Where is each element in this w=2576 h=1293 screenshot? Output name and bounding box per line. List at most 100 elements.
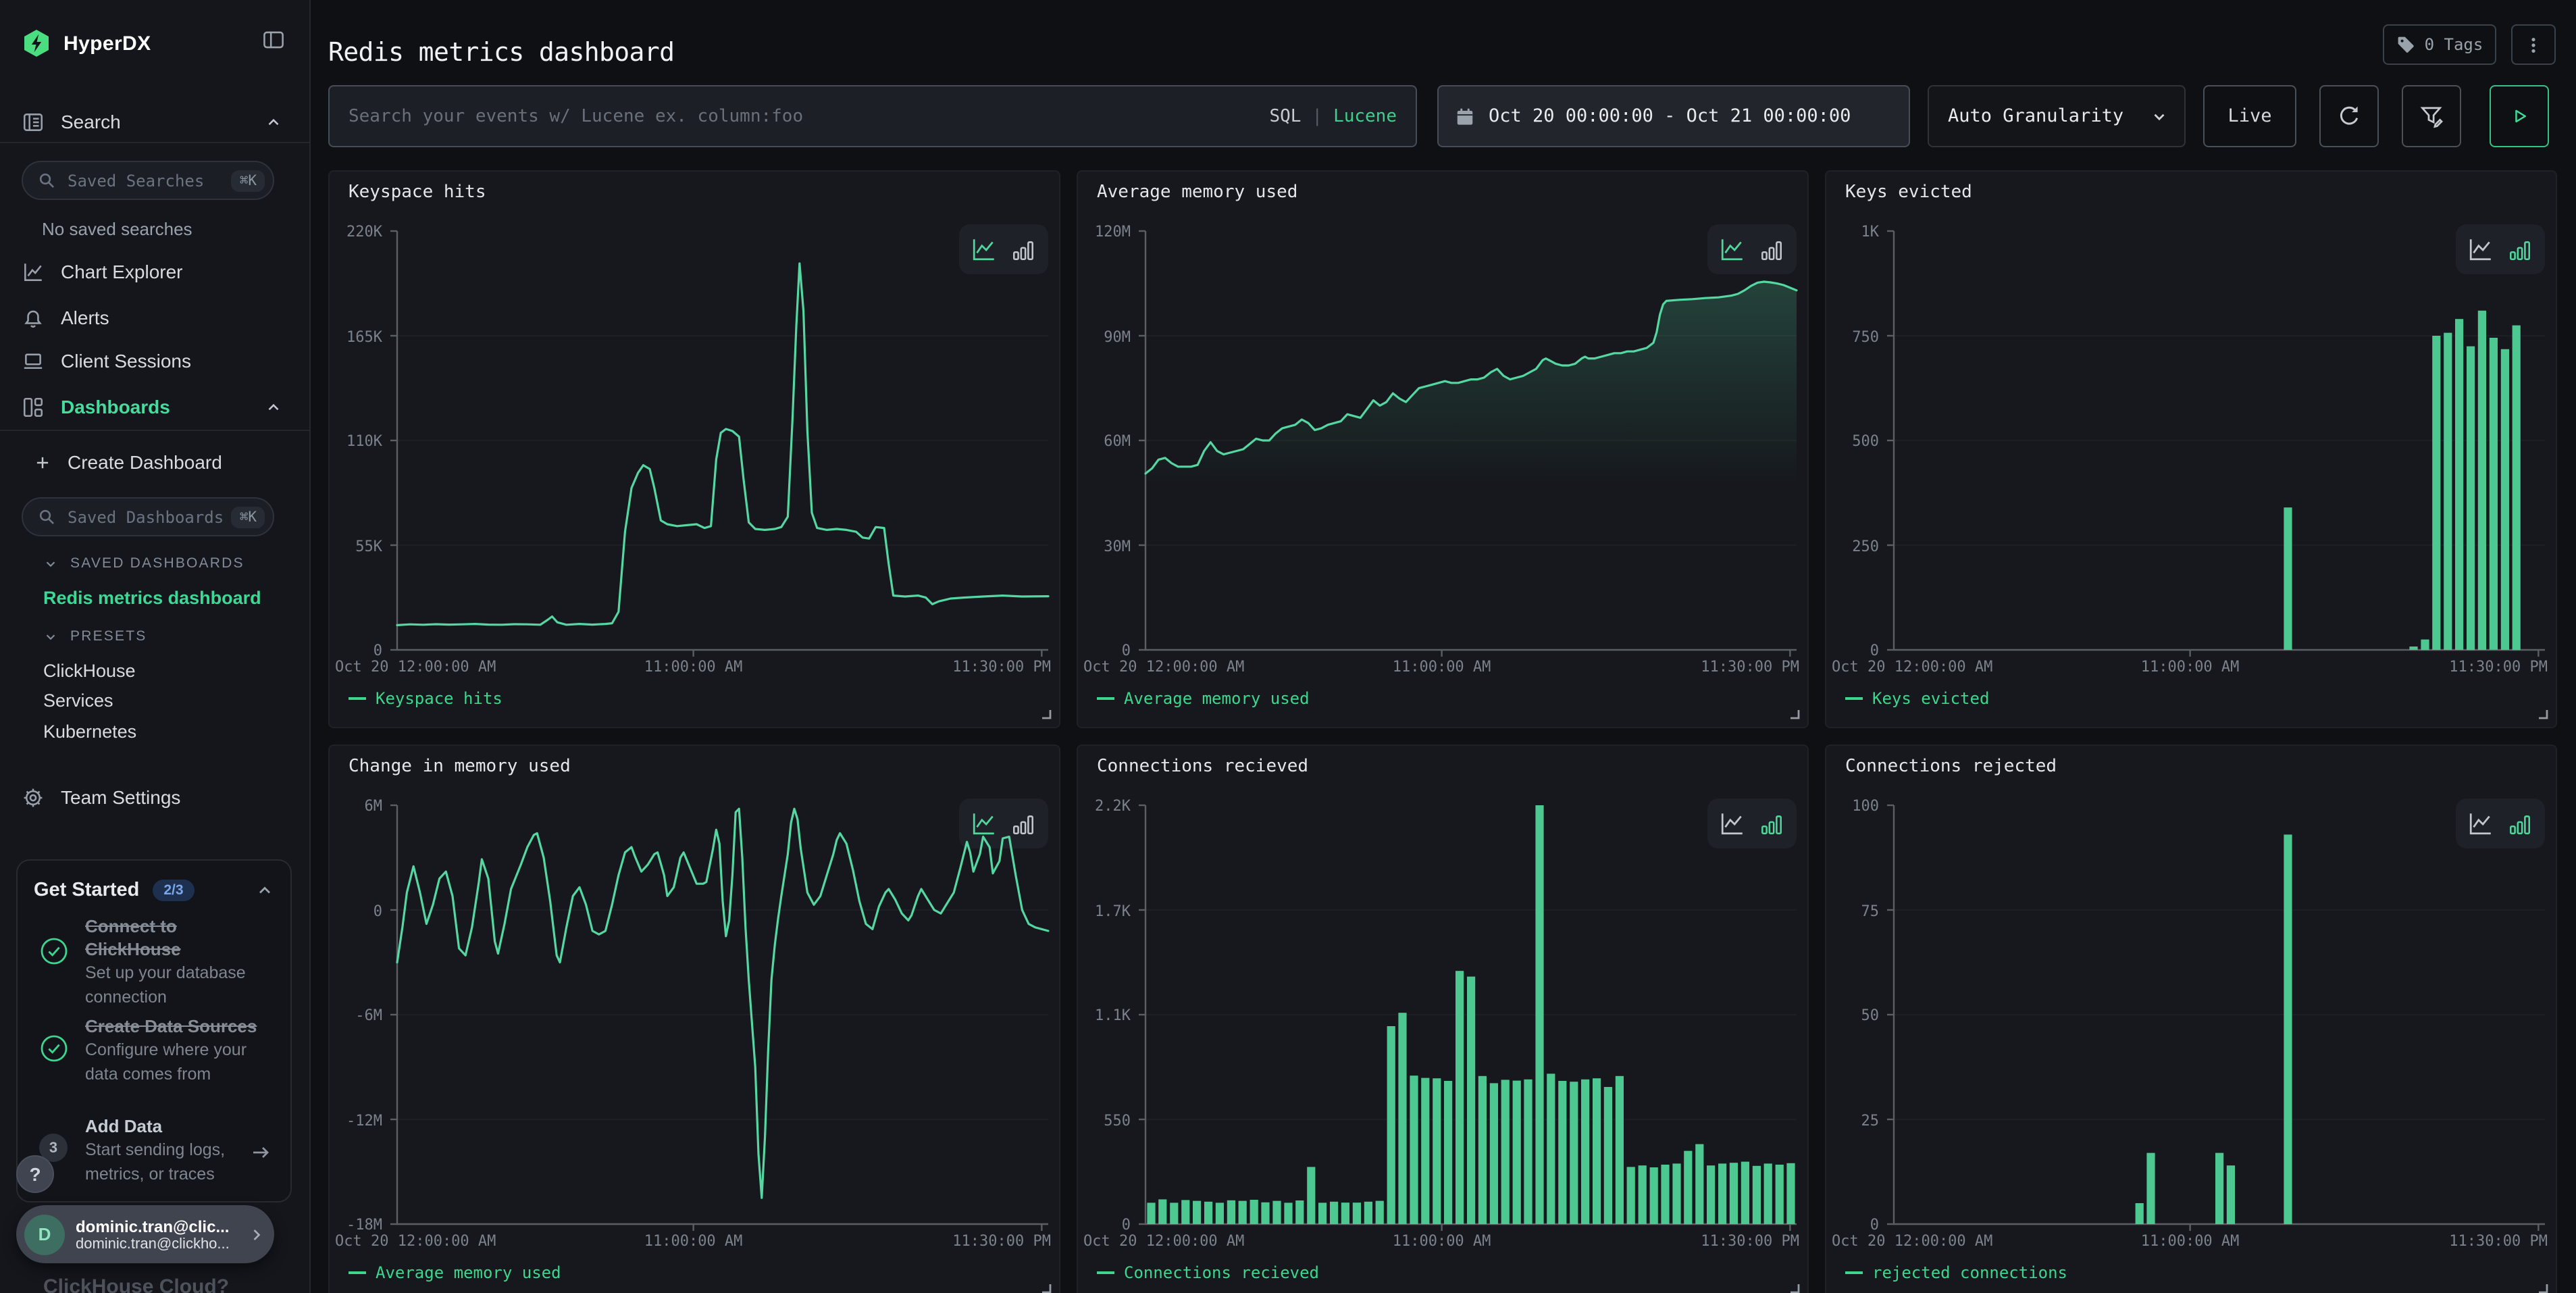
create-dashboard-button[interactable]: Create Dashboard [0,445,309,480]
date-range-button[interactable]: Oct 20 00:00:00 - Oct 21 00:00:00 [1437,85,1910,147]
legend-label: rejected connections [1872,1263,2067,1282]
y-axis-label: 0 [330,902,382,919]
y-axis-label: 6M [330,797,382,815]
bell-icon [22,306,45,329]
filter-edit-icon [2419,104,2444,128]
sidebar-item-team-settings[interactable]: Team Settings [0,780,309,815]
x-axis-label: Oct 20 12:00:00 AM [1832,658,1992,676]
chevron-down-icon [43,556,58,571]
run-query-button[interactable] [2490,85,2549,147]
y-axis-label: 750 [1826,328,1879,345]
avatar: D [24,1214,65,1254]
search-input-wrapper: SQL | Lucene [328,85,1417,147]
sidebar-item-search[interactable]: Search [0,104,309,139]
chevron-right-icon [247,1225,266,1244]
x-axis-label: 11:30:00 PM [1701,658,1799,676]
filter-button[interactable] [2402,85,2461,147]
x-axis-label: 11:30:00 PM [1701,1232,1799,1250]
step-title: Create Data Sources [85,1015,277,1038]
resize-handle[interactable] [2535,1281,2549,1293]
resize-handle[interactable] [1039,707,1052,720]
collapse-sidebar-button[interactable] [262,28,285,51]
main-content: Redis metrics dashboard 0 Tags SQL | Luc… [309,0,2576,1293]
tags-button[interactable]: 0 Tags [2383,24,2496,65]
saved-searches-input[interactable]: Saved Searches ⌘K [22,161,274,200]
progress-badge: 2/3 [153,880,194,901]
chart-tile-connections-rejected: Connections rejected1007550250Oct 20 12:… [1825,744,2557,1293]
chart-title: Connections rejected [1845,757,2057,777]
page-title: Redis metrics dashboard [328,37,674,67]
resize-handle[interactable] [1787,1281,1801,1293]
shortcut-badge: ⌘K [232,506,265,528]
sidebar-item-services-preset[interactable]: Services [43,690,113,711]
plot-change-in-memory-used[interactable] [389,800,1064,1240]
x-axis-label: Oct 20 12:00:00 AM [335,658,496,676]
x-axis-label: 11:00:00 AM [2082,658,2298,676]
chart-title: Keys evicted [1845,182,1972,203]
saved-dashboards-placeholder: Saved Dashboards [68,507,232,526]
y-axis-label: -6M [330,1007,382,1024]
plot-connections-rejected[interactable] [1886,800,2561,1240]
plot-keys-evicted[interactable] [1886,226,2561,666]
x-axis-label: 11:00:00 AM [2082,1232,2298,1250]
presets-section-header[interactable]: PRESETS [43,628,147,644]
legend-label: Average memory used [376,1263,561,1282]
plus-icon [34,453,51,471]
resize-handle[interactable] [2535,707,2549,720]
resize-handle[interactable] [1787,707,1801,720]
events-search-input[interactable] [330,86,1416,146]
x-axis-label: 11:00:00 AM [1334,658,1550,676]
calendar-icon [1455,106,1475,126]
sidebar-item-client-sessions[interactable]: Client Sessions [0,343,309,378]
get-started-step-connect[interactable]: Connect to ClickHouse Set up your databa… [36,915,277,1009]
sidebar-item-label: Search [61,111,121,132]
y-axis-label: 0 [1078,1216,1131,1234]
x-axis-label: 11:30:00 PM [2449,1232,2548,1250]
date-range-label: Oct 20 00:00:00 - Oct 21 00:00:00 [1489,105,1851,127]
more-menu-button[interactable] [2511,24,2556,65]
plot-connections-recieved[interactable] [1137,800,1813,1240]
y-axis-label: -12M [330,1111,382,1129]
sidebar-item-clickhouse-preset[interactable]: ClickHouse [43,661,136,681]
y-axis-label: 30M [1078,537,1131,555]
granularity-select[interactable]: Auto Granularity [1928,85,2186,147]
chevron-down-icon [43,629,58,644]
y-axis-label: 1.1K [1078,1007,1131,1024]
user-menu[interactable]: D dominic.tran@clic... dominic.tran@clic… [16,1205,274,1263]
saved-searches-placeholder: Saved Searches [68,171,232,190]
saved-dashboards-section-header[interactable]: SAVED DASHBOARDS [43,555,244,572]
sidebar-item-redis-dashboard[interactable]: Redis metrics dashboard [43,588,261,608]
search-icon [38,507,57,526]
y-axis-label: 250 [1826,537,1879,555]
x-axis-label: Oct 20 12:00:00 AM [1832,1232,1992,1250]
saved-dashboards-input[interactable]: Saved Dashboards ⌘K [22,497,274,536]
chart-tile-connections-recieved: Connections recieved2.2K1.7K1.1K5500Oct … [1077,744,1809,1293]
sidebar-item-alerts[interactable]: Alerts [0,300,309,335]
sidebar-item-dashboards[interactable]: Dashboards [0,389,309,424]
controls-row: SQL | Lucene Oct 20 00:00:00 - Oct 21 00… [309,85,2576,147]
sql-mode-toggle[interactable]: SQL [1269,106,1301,126]
get-started-step-add-data[interactable]: 3 Add Data Start sending logs, metrics, … [36,1115,277,1186]
tag-icon [2396,35,2415,54]
step-desc: Start sending logs, metrics, or traces [85,1139,244,1186]
sidebar-item-kubernetes-preset[interactable]: Kubernetes [43,721,136,742]
y-axis-label: 2.2K [1078,797,1131,815]
chart-legend: Average memory used [349,1263,561,1282]
user-name: dominic.tran@clic... [76,1217,247,1236]
legend-swatch [1097,1271,1114,1274]
get-started-card: Get Started 2/3 Connect to ClickHouse Se… [16,859,292,1202]
sidebar: HyperDX Search Saved Searches ⌘K No save… [0,0,311,1293]
help-button[interactable]: ? [16,1155,54,1193]
chevron-up-icon[interactable] [255,881,274,900]
resize-handle[interactable] [1039,1281,1052,1293]
lucene-mode-toggle[interactable]: Lucene [1333,106,1397,126]
step-title: Connect to ClickHouse [85,915,277,961]
refresh-button[interactable] [2319,85,2379,147]
live-button[interactable]: Live [2203,85,2296,147]
sidebar-item-chart-explorer[interactable]: Chart Explorer [0,254,309,289]
plot-average-memory-used[interactable] [1137,226,1813,666]
x-axis-label: 11:00:00 AM [1334,1232,1550,1250]
get-started-step-sources[interactable]: Create Data Sources Configure where your… [36,1015,277,1086]
plot-keyspace-hits[interactable] [389,226,1064,666]
x-axis-label: Oct 20 12:00:00 AM [335,1232,496,1250]
